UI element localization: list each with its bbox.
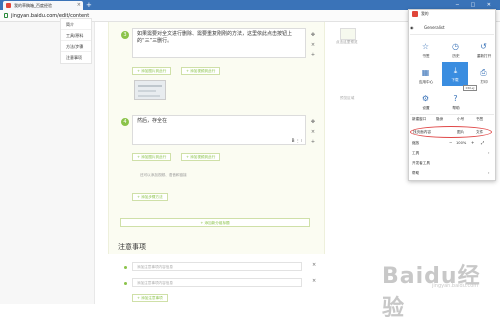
media-hint: 还可以添加视频、语音和链接	[140, 173, 187, 177]
help-icon[interactable]: ?	[451, 94, 460, 103]
file-item[interactable]: 文件	[476, 130, 483, 135]
preview-area-label: 预览区域	[340, 96, 355, 100]
app-icon[interactable]: ▦	[421, 68, 430, 77]
nav-item-notes[interactable]: 注意事项	[61, 52, 91, 63]
add-icon[interactable]: +	[310, 137, 316, 147]
left-panel	[0, 22, 95, 304]
close-tab-icon[interactable]: ×	[77, 1, 81, 10]
add-note-button[interactable]: + 添加注意事项	[132, 294, 168, 302]
chevron-right-icon: ›	[488, 171, 490, 175]
menu-item-label: 历史	[452, 54, 460, 58]
nav-item-tools[interactable]: 工具/原料	[61, 30, 91, 41]
menu-divider	[410, 114, 494, 115]
step-image-thumbnail[interactable]	[134, 80, 166, 100]
baidu-favicon-icon	[6, 3, 11, 8]
add-video-button[interactable]: + 添加视频到此行	[181, 67, 221, 75]
zoom-out-button[interactable]: −	[449, 140, 452, 145]
tools-item[interactable]: 工具	[412, 151, 419, 156]
nav-item-steps[interactable]: 方法/步骤	[61, 41, 91, 52]
reopen-icon[interactable]: ↺	[479, 42, 488, 51]
preview-icon[interactable]	[340, 28, 356, 40]
add-video-button[interactable]: + 添加视频到此行	[181, 153, 221, 161]
delete-note-icon[interactable]: ×	[312, 262, 316, 268]
baidu-watermark: Baidu经验	[382, 264, 481, 321]
download-icon[interactable]: ⤓	[451, 66, 460, 75]
star-icon[interactable]: ☆	[421, 42, 430, 51]
section-nav: 简介 工具/原料 方法/步骤 注意事项	[60, 18, 92, 64]
fullscreen-icon[interactable]: ⤢	[481, 140, 484, 145]
delete-step-icon[interactable]: ×	[310, 40, 316, 50]
watermark-url: jingyan.baidu.com	[432, 283, 479, 289]
menu-item-label: 下载	[451, 78, 459, 82]
step-text-box[interactable]: 如果需要对全文进行删除、需要重复刚刚的方法，这里依此点击按钮上的“三”三删行。	[132, 28, 306, 58]
shortcut-tooltip: Ctrl+J	[463, 85, 477, 91]
menu-item-label: 应用中心	[418, 80, 434, 84]
move-handle-icon[interactable]: ✥	[310, 30, 316, 40]
bullet	[124, 266, 127, 269]
browser-tab[interactable]: 我的草稿箱_百度经验 ×	[3, 1, 83, 10]
preview-hint: 点击这里预览	[336, 40, 358, 44]
delete-note-icon[interactable]: ×	[312, 278, 316, 284]
delete-step-icon[interactable]: ×	[310, 127, 316, 137]
user-name[interactable]: Generalist	[424, 25, 445, 30]
help-item[interactable]: 帮助	[412, 171, 419, 176]
new-window-item[interactable]: 新建窗口	[412, 117, 426, 122]
brand-logo-icon	[412, 11, 418, 17]
zoom-value: 100%	[456, 141, 467, 145]
dev-tools-item[interactable]: 开发者工具	[412, 161, 430, 166]
chevron-right-icon: ›	[488, 151, 490, 155]
add-section-button[interactable]: + 添加新分组标题	[120, 218, 310, 227]
add-image-button[interactable]: + 添加图片到此行	[132, 153, 172, 161]
zoom-label: 缩放	[412, 141, 420, 145]
menu-divider	[410, 34, 494, 35]
step-number: 4	[121, 118, 129, 126]
add-image-button[interactable]: + 添加图片到此行	[132, 67, 172, 75]
alt-account-item[interactable]: 小号	[457, 117, 464, 122]
history-icon[interactable]: ◷	[451, 42, 460, 51]
zoom-in-button[interactable]: +	[471, 140, 474, 145]
menu-top-label: 我的	[421, 11, 429, 16]
bookmark-item[interactable]: 书签	[476, 117, 483, 122]
step-text: 如果需要对全文进行删除、需要重复刚刚的方法，这里依此点击按钮上的“三”三删行。	[137, 31, 293, 44]
note-input[interactable]: 添加注意事项内容信息	[132, 278, 302, 287]
find-in-page-item[interactable]: 找页面内容	[413, 130, 431, 135]
incognito-item[interactable]: 隐身	[436, 117, 443, 122]
menu-item-label: 帮助	[452, 106, 460, 110]
text-format-icons[interactable]: B ⋮ ⫶	[292, 138, 302, 143]
notes-title: 注意事项	[118, 243, 146, 251]
settings-icon[interactable]: ⚙	[421, 94, 430, 103]
print-icon[interactable]: ⎙	[479, 68, 488, 77]
step-text: 然后，存全在	[137, 118, 168, 124]
nav-item-intro[interactable]: 简介	[61, 19, 91, 30]
menu-item-label: 书签	[422, 54, 430, 58]
avatar-icon[interactable]: ◉	[410, 25, 414, 30]
move-handle-icon[interactable]: ✥	[310, 117, 316, 127]
new-tab-button[interactable]: +	[86, 1, 92, 9]
image-item[interactable]: 图片	[457, 130, 464, 135]
menu-item-label: 重新打开	[476, 54, 492, 58]
tab-title: 我的草稿箱_百度经验	[14, 3, 52, 8]
right-strip	[332, 22, 368, 304]
step-text-box[interactable]: 然后，存全在 B ⋮ ⫶	[132, 115, 306, 145]
bullet	[124, 282, 127, 285]
step-number: 3	[121, 31, 129, 39]
lock-icon	[4, 13, 8, 18]
note-input[interactable]: 添加注意事项内容信息	[132, 262, 302, 271]
menu-item-label: 设置	[422, 106, 430, 110]
add-step-button[interactable]: + 添加步骤方法	[132, 193, 168, 201]
add-icon[interactable]: +	[310, 50, 316, 60]
